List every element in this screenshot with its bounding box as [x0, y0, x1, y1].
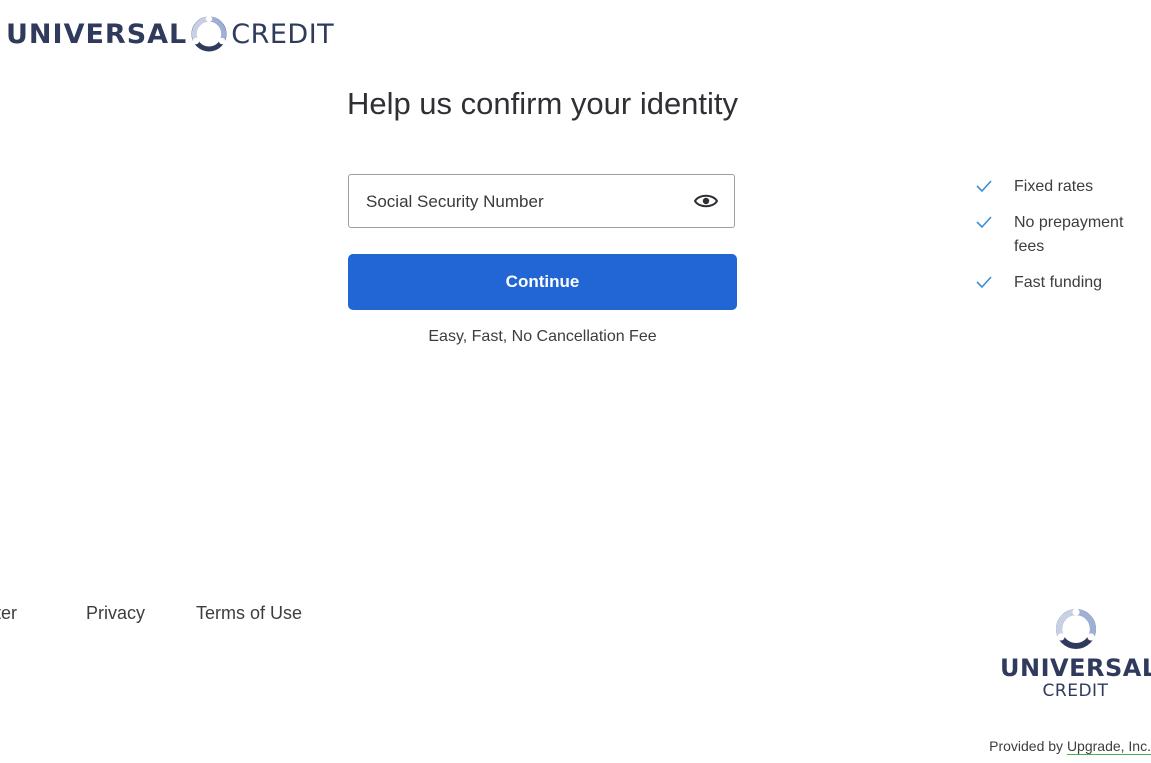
footer-link-center[interactable]: enter	[0, 603, 17, 624]
feature-label: Fast funding	[1014, 274, 1103, 291]
provided-by-text: Provided by Upgrade, Inc.	[989, 738, 1151, 755]
logo-word-universal: UNIVERSAL	[6, 18, 188, 50]
feature-item: Fast funding	[976, 271, 1151, 295]
continue-button[interactable]: Continue	[348, 254, 737, 310]
check-icon	[976, 276, 992, 289]
ssn-input[interactable]	[364, 175, 688, 229]
feature-label: Fixed rates	[1014, 178, 1094, 195]
check-icon	[976, 180, 992, 193]
provided-by-label: Provided by	[989, 738, 1067, 754]
logo-word-credit: CREDIT	[231, 18, 335, 50]
upgrade-link[interactable]: Upgrade, Inc.	[1066, 738, 1151, 755]
check-icon	[976, 216, 992, 229]
eye-icon[interactable]	[694, 191, 718, 211]
logo-ring-icon	[1055, 608, 1096, 649]
footer-logo: UNIVERSAL CREDIT	[1000, 606, 1151, 701]
ssn-field[interactable]	[348, 174, 735, 229]
feature-item: Fixed rates	[976, 175, 1151, 199]
feature-label: No prepayment fees	[1014, 214, 1124, 255]
logo-ring-icon	[191, 15, 227, 52]
tagline: Easy, Fast, No Cancellation Fee	[428, 328, 657, 345]
feature-list: Fixed rates No prepayment fees Fast fund…	[976, 175, 1151, 307]
feature-item: No prepayment fees	[976, 211, 1151, 259]
footer-link-privacy[interactable]: Privacy	[86, 603, 145, 624]
footer-logo-credit: CREDIT	[1042, 681, 1109, 701]
footer-link-terms[interactable]: Terms of Use	[196, 603, 302, 624]
footer-logo-universal: UNIVERSAL	[1000, 654, 1151, 682]
page-title: Help us confirm your identity	[346, 86, 739, 121]
universal-credit-logo[interactable]: UNIVERSAL CREDIT	[6, 14, 334, 54]
